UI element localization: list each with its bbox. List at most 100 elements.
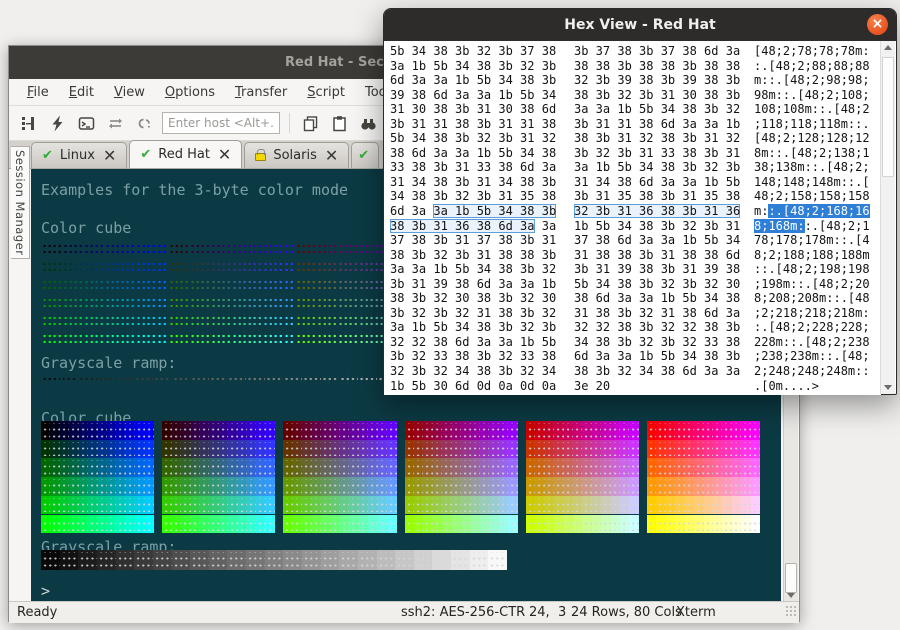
menu-options[interactable]: Options — [155, 82, 225, 103]
bg-cube-cell — [349, 458, 359, 477]
bg-cube-cell — [145, 458, 155, 477]
status-bar: Ready ssh2: AES-256-CTR 24, 3 24 Rows, 8… — [9, 601, 799, 623]
scroll-down-arrow-icon[interactable] — [884, 385, 892, 390]
bg-cube-cell — [656, 477, 666, 496]
bg-cube-cell — [545, 421, 555, 440]
hostname-input[interactable] — [162, 112, 280, 134]
tab-partial[interactable]: ✔ — [351, 142, 379, 168]
bg-cube-cell — [713, 421, 723, 440]
fg-cube-cell — [124, 331, 134, 343]
bg-cube-cell — [573, 421, 583, 440]
fg-cube-cell — [231, 241, 241, 253]
tab-linux[interactable]: ✔Linux✕ — [31, 142, 127, 168]
hex-scrollbar[interactable] — [880, 41, 895, 394]
bg-cube-cell — [704, 496, 714, 515]
fg-cube-cell — [83, 313, 93, 325]
quick-connect-icon[interactable] — [46, 112, 68, 134]
bg-cube-cell — [200, 515, 210, 534]
bg-cube-cell — [564, 496, 574, 515]
hex-row: 3a 3a 1b 5b 34 38 3b 323b 31 39 38 3b 31… — [390, 262, 881, 277]
scroll-down-arrow-icon[interactable] — [787, 593, 795, 598]
resize-grip[interactable] — [785, 605, 796, 616]
fg-cube-cell — [305, 295, 315, 307]
tab-close-icon[interactable]: ✕ — [218, 149, 231, 161]
bg-cube-cell — [526, 458, 536, 477]
grayscale-bar-cell — [134, 550, 153, 570]
bg-cube-cell — [238, 496, 248, 515]
bg-cube-cell — [209, 440, 219, 459]
bg-cube-cell — [452, 440, 462, 459]
reconnect-icon[interactable] — [104, 112, 126, 134]
grayscale-bar-cell — [339, 550, 358, 570]
bg-cube-cell — [312, 421, 322, 440]
bg-cube-cell — [107, 421, 117, 440]
terminal-icon[interactable] — [75, 112, 97, 134]
close-button[interactable]: × — [867, 14, 888, 35]
find-icon[interactable] — [357, 112, 379, 134]
bg-cube-cell — [219, 515, 229, 534]
copy-icon[interactable] — [299, 112, 321, 134]
tab-close-icon[interactable]: ✕ — [325, 150, 338, 162]
bg-cube-cell — [368, 440, 378, 459]
fg-cube-cell — [210, 277, 220, 289]
bg-cube-cell — [592, 515, 602, 534]
hex-row: 5b 34 38 3b 32 3b 37 383b 37 38 3b 37 38… — [390, 44, 881, 59]
hex-titlebar[interactable]: Hex View - Red Hat × — [384, 9, 896, 41]
menu-transfer[interactable]: Transfer — [225, 82, 297, 103]
hex-content[interactable]: 5b 34 38 3b 32 3b 37 383b 37 38 3b 37 38… — [384, 41, 881, 395]
fg-cube-cell — [220, 241, 230, 253]
hex-row: 3b 31 39 38 6d 3a 3a 1b5b 34 38 3b 32 3b… — [390, 277, 881, 292]
menu-edit[interactable]: Edit — [59, 82, 104, 103]
bg-cube-cell — [50, 421, 60, 440]
bg-cube-cell — [135, 421, 145, 440]
disconnect-icon[interactable] — [133, 112, 155, 134]
scroll-up-arrow-icon[interactable] — [884, 45, 892, 50]
bg-cube-cell — [266, 496, 276, 515]
hex-row: 38 3b 32 3b 31 38 38 3b31 38 38 3b 31 38… — [390, 248, 881, 263]
bg-cube-cell — [172, 458, 182, 477]
bg-cube-cell — [172, 421, 182, 440]
tab-label: Linux — [60, 148, 95, 163]
bg-cube-cell — [526, 496, 536, 515]
grayscale-bar-cell — [209, 550, 228, 570]
menu-view[interactable]: View — [104, 82, 155, 103]
bg-cube-cell — [751, 515, 761, 534]
fg-cube-cell — [251, 331, 261, 343]
menu-script[interactable]: Script — [297, 82, 355, 103]
fg-cube-cell — [262, 259, 272, 271]
menu-file[interactable]: File — [17, 82, 59, 103]
paste-icon[interactable] — [328, 112, 350, 134]
bg-cube-cell — [200, 440, 210, 459]
hex-scrollbar-thumb[interactable] — [882, 57, 894, 177]
bg-cube-cell — [535, 515, 545, 534]
bg-cube-cell — [741, 440, 751, 459]
session-manager-icon[interactable] — [17, 112, 39, 134]
bg-cube-cell — [349, 515, 359, 534]
tab-red-hat[interactable]: ✔Red Hat✕ — [129, 140, 242, 168]
fg-cube-cell — [251, 313, 261, 325]
bg-cube-cell — [423, 458, 433, 477]
tab-solaris[interactable]: Solaris✕ — [244, 142, 349, 168]
bg-cube-cell — [302, 496, 312, 515]
bg-cube-cell — [582, 458, 592, 477]
bg-cube-cell — [162, 496, 172, 515]
fg-cube-cell — [368, 331, 378, 343]
bg-cube-cell — [545, 496, 555, 515]
terminal-scrollbar-thumb[interactable] — [785, 563, 797, 593]
bg-cube-cell — [331, 458, 341, 477]
bg-cube-cell — [564, 440, 574, 459]
fg-cube-cell — [347, 331, 357, 343]
session-manager-tab[interactable]: Session Manager — [11, 146, 30, 259]
fg-cube-cell — [178, 259, 188, 271]
bg-cube-cell — [414, 496, 424, 515]
fg-cube-cell — [316, 331, 326, 343]
bg-cube-cell — [181, 477, 191, 496]
bg-cube-cell — [685, 496, 695, 515]
bg-cube-cell — [79, 515, 89, 534]
bg-cube-cell — [704, 515, 714, 534]
hex-row: 38 3b 32 30 38 3b 32 3038 6d 3a 3a 1b 5b… — [390, 291, 881, 306]
bg-cube-cell — [69, 421, 79, 440]
bg-cube-cell — [751, 421, 761, 440]
grayscale-bar-cell — [488, 550, 507, 570]
tab-close-icon[interactable]: ✕ — [103, 150, 116, 162]
